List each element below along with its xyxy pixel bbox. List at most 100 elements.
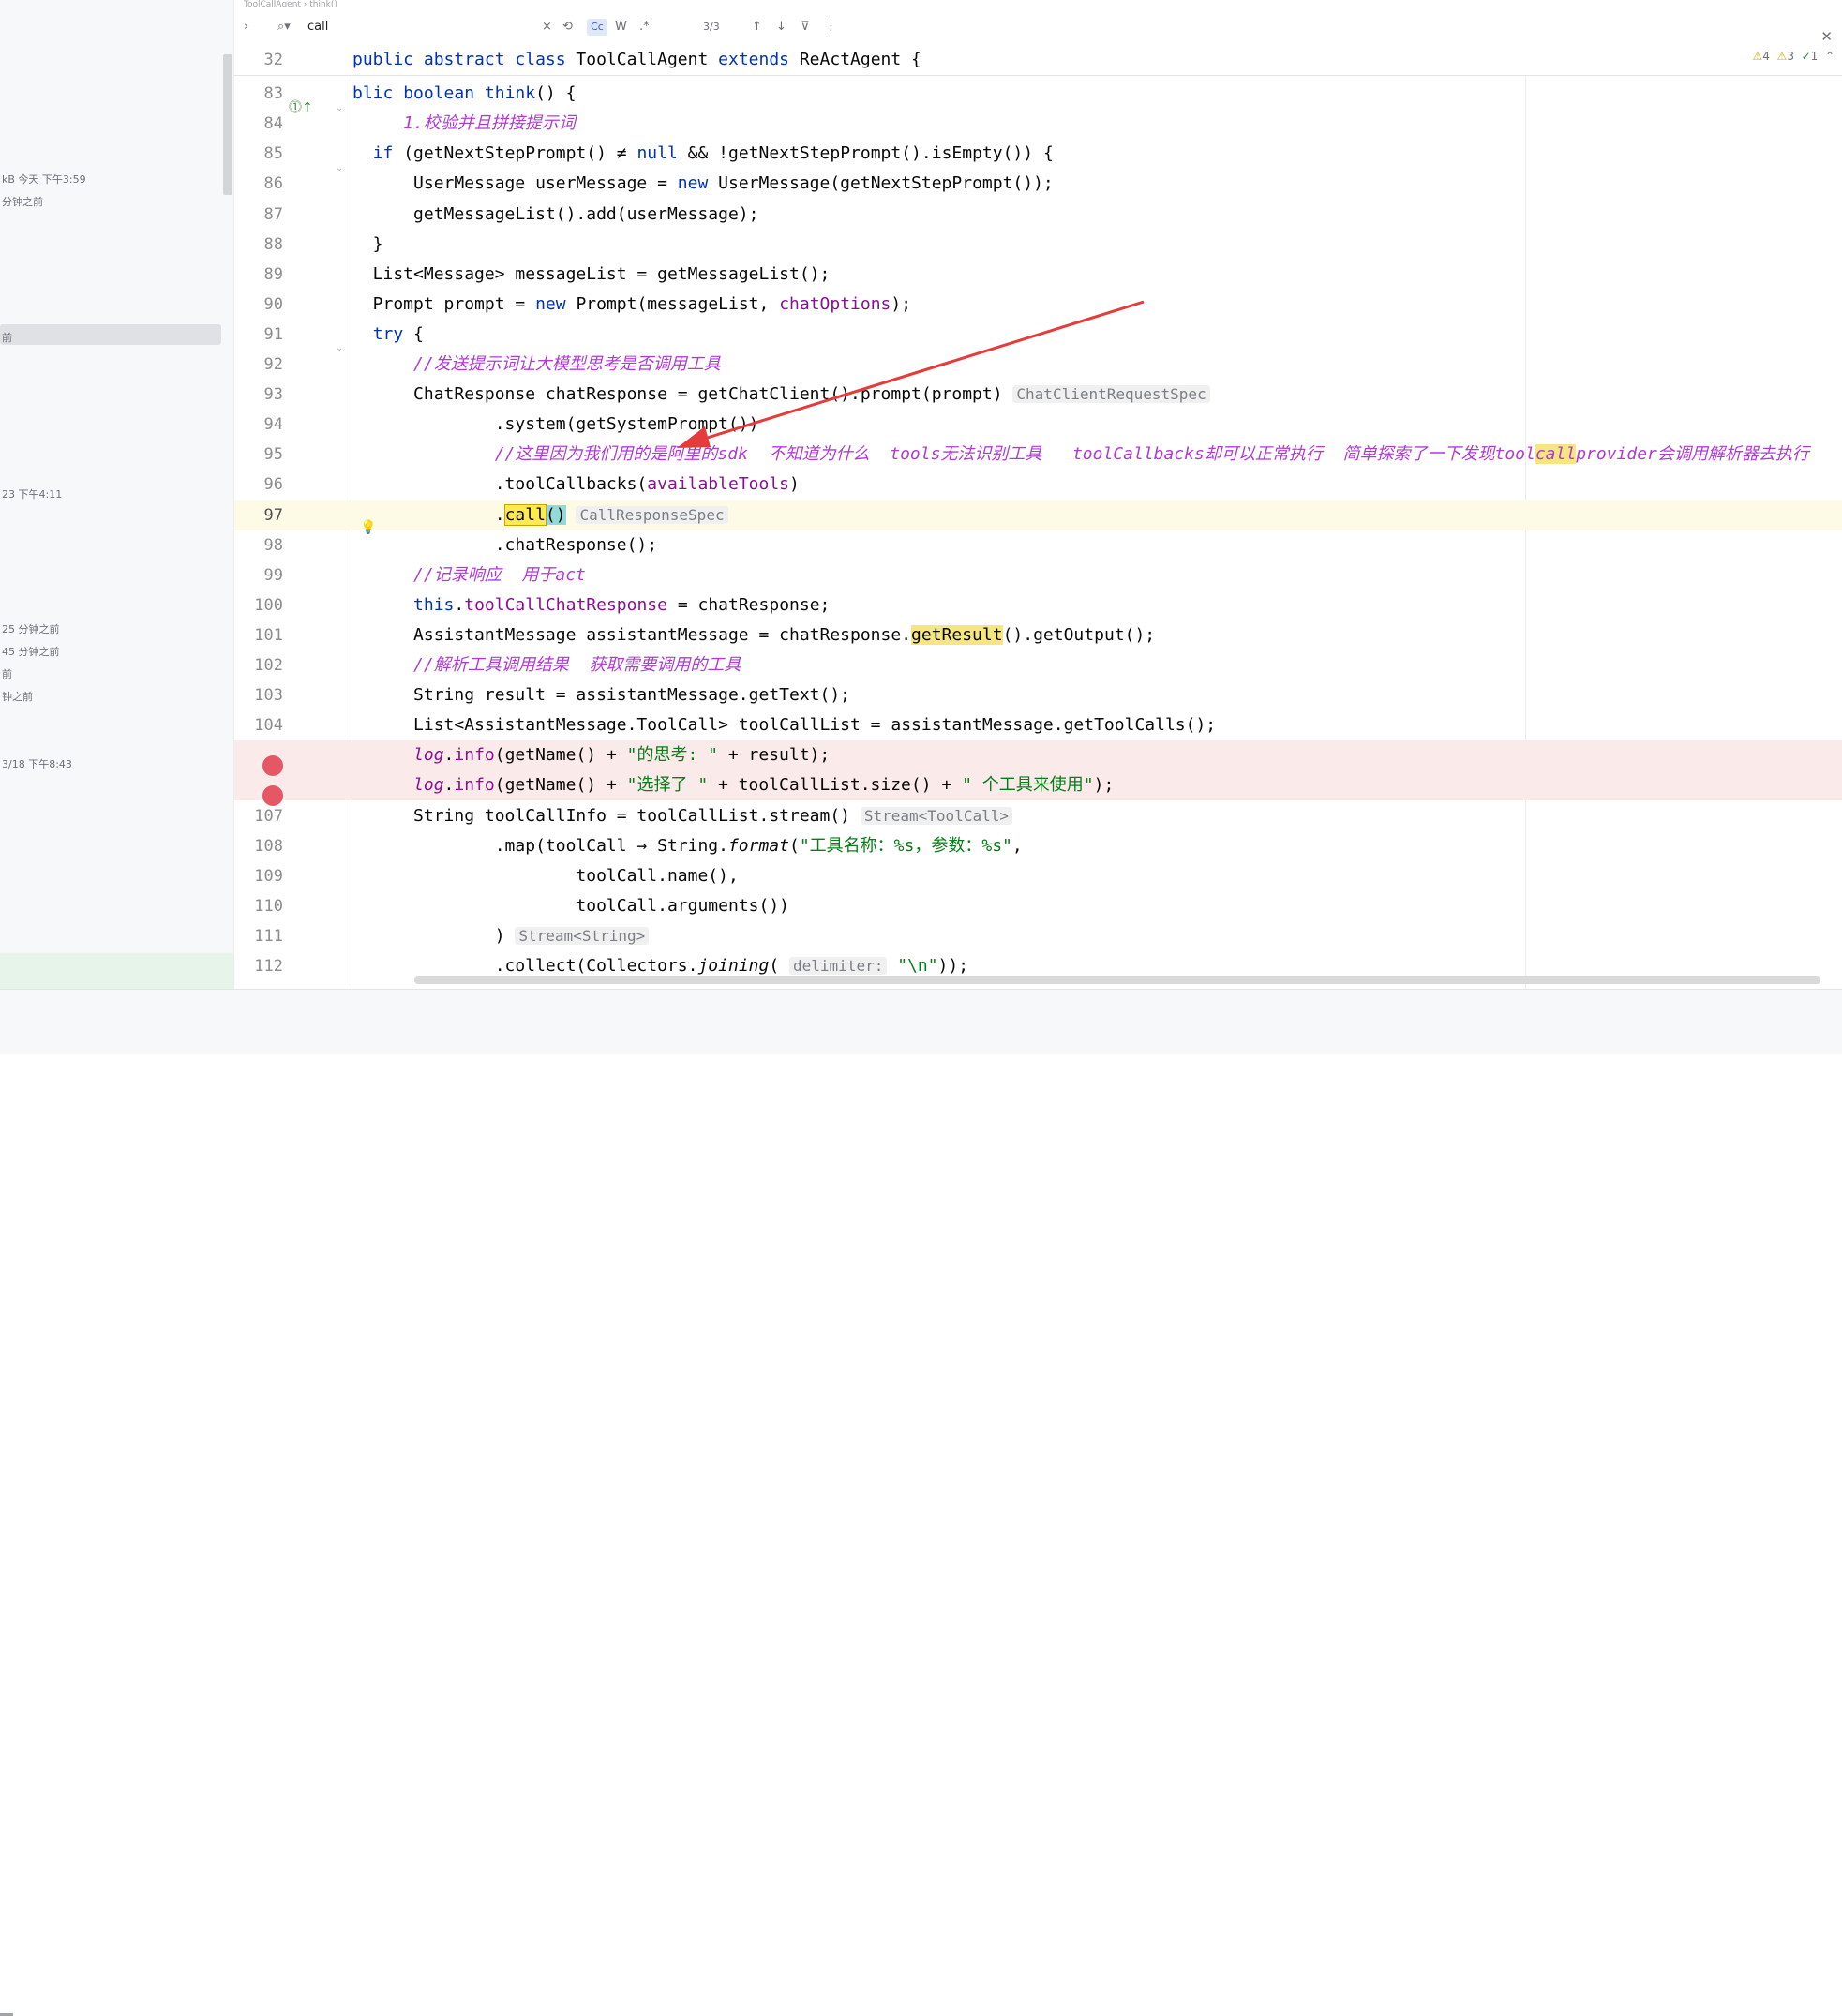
inspection-widget[interactable]: ⚠4 ⚠3 ✓1 ⌃ — [1753, 50, 1835, 63]
line-number[interactable]: 102 — [234, 650, 283, 680]
history-icon[interactable]: ⟲ — [562, 9, 573, 45]
line-number[interactable]: 99 — [234, 560, 283, 590]
line-number[interactable]: 103 — [234, 680, 283, 710]
code-token: "选择了 " — [626, 775, 709, 796]
code-line[interactable]: 98 .chatResponse(); — [234, 530, 1842, 560]
code-line[interactable]: 86 UserMessage userMessage = new UserMes… — [234, 169, 1842, 199]
line-number[interactable]: 85 — [234, 139, 283, 169]
sidebar-added-row[interactable] — [0, 953, 234, 989]
regex-toggle[interactable]: .* — [639, 9, 650, 45]
history-entry-label: 钟之前 — [2, 691, 33, 703]
fold-icon[interactable]: ⌄ — [336, 103, 343, 113]
code-line[interactable]: 109 toolCall.name(), — [234, 861, 1842, 891]
search-icon[interactable]: ⌕▾ — [277, 9, 291, 45]
code-line[interactable]: log.info(getName() + "的思考: " + result); — [234, 740, 1842, 771]
code-line[interactable]: 85 if (getNextStepPrompt() ≠ null && !ge… — [234, 139, 1842, 169]
sidebar-scrollbar[interactable] — [223, 54, 232, 195]
line-number[interactable]: 112 — [234, 951, 283, 981]
fold-icon[interactable]: ⌄ — [336, 163, 343, 173]
code-line[interactable]: 102 //解析工具调用结果 获取需要调用的工具 — [234, 650, 1842, 680]
match-case-toggle[interactable]: Cc — [587, 19, 607, 36]
sidebar-selected-row[interactable] — [0, 324, 221, 345]
history-entry-label: 前 — [2, 332, 12, 344]
code-line[interactable]: 83 blic boolean think() { — [234, 79, 1842, 109]
history-entry-label: 前 — [2, 668, 12, 680]
code-text: //记录响应 用于act — [352, 560, 586, 590]
code-text: .toolCallbacks(availableTools) — [352, 470, 800, 500]
line-number[interactable]: 89 — [234, 260, 283, 290]
line-number[interactable]: 94 — [234, 410, 283, 440]
code-editor[interactable]: 82verride83blic boolean think() {84 1.校验… — [234, 45, 1842, 989]
code-token: . — [443, 745, 455, 766]
line-number[interactable]: 92 — [234, 350, 283, 380]
whole-words-toggle[interactable]: W — [615, 9, 627, 45]
line-number[interactable]: 86 — [234, 169, 283, 199]
lightbulb-icon[interactable]: 💡 — [360, 520, 376, 535]
line-number[interactable]: 110 — [234, 891, 283, 921]
filter-icon[interactable]: ⊽ — [801, 9, 810, 45]
horizontal-scrollbar[interactable] — [414, 976, 1820, 984]
next-occurrence-icon[interactable]: ↓ — [776, 9, 786, 45]
code-line[interactable]: 104 List<AssistantMessage.ToolCall> tool… — [234, 710, 1842, 740]
code-line[interactable]: 93 ChatResponse chatResponse = getChatCl… — [234, 380, 1842, 410]
code-line[interactable]: 103 String result = assistantMessage.get… — [234, 680, 1842, 710]
clear-search-icon[interactable]: × — [542, 9, 552, 45]
line-number[interactable]: 84 — [234, 109, 283, 139]
code-line[interactable]: 97 .call() CallResponseSpec — [234, 500, 1842, 530]
code-line[interactable]: 110 toolCall.arguments()) — [234, 891, 1842, 921]
code-line[interactable]: 89 List<Message> messageList = getMessag… — [234, 260, 1842, 290]
code-line[interactable]: 111 ) Stream<String> — [234, 921, 1842, 951]
chevron-up-icon[interactable]: ⌃ — [1825, 50, 1835, 63]
breakpoint-icon[interactable] — [262, 755, 283, 776]
history-entry-label: 23 下午4:11 — [2, 488, 63, 500]
code-line[interactable]: 88 } — [234, 230, 1842, 260]
line-number[interactable]: 109 — [234, 861, 283, 891]
code-token: .map(toolCall → String. — [352, 835, 728, 856]
fold-icon[interactable]: ⌄ — [336, 343, 343, 353]
line-number[interactable]: 98 — [234, 530, 283, 560]
line-number[interactable]: 101 — [234, 620, 283, 650]
code-text: public abstract class ToolCallAgent exte… — [352, 45, 921, 75]
line-number[interactable]: 87 — [234, 200, 283, 230]
code-token: extends — [718, 50, 800, 69]
code-line[interactable]: 108 .map(toolCall → String.format("工具名称：… — [234, 831, 1842, 861]
override-method-icon[interactable]: ⓵↑ — [289, 97, 313, 116]
find-input[interactable]: call — [307, 9, 328, 45]
code-line[interactable]: 95 //这里因为我们用的是阿里的sdk 不知道为什么 tools无法识别工具 … — [234, 440, 1842, 470]
code-token: think — [484, 83, 536, 104]
code-line[interactable]: 84 1.校验并且拼接提示词 — [234, 109, 1842, 139]
breakpoint-icon[interactable] — [262, 785, 283, 806]
line-number[interactable]: 91 — [234, 320, 283, 350]
line-number[interactable]: 83 — [234, 79, 283, 109]
line-number[interactable]: 104 — [234, 710, 283, 740]
code-token: getResult — [911, 624, 1003, 645]
code-line[interactable]: 99 //记录响应 用于act — [234, 560, 1842, 590]
code-line[interactable]: 87 getMessageList().add(userMessage); — [234, 200, 1842, 230]
expand-replace-icon[interactable]: › — [244, 9, 248, 45]
code-line[interactable]: 107 String toolCallInfo = toolCallList.s… — [234, 801, 1842, 831]
line-number[interactable]: 93 — [234, 380, 283, 410]
sticky-class-header[interactable]: 32 public abstract class ToolCallAgent e… — [234, 45, 1842, 76]
previous-occurrence-icon[interactable]: ↑ — [752, 9, 762, 45]
weak-warning-icon: ⚠ — [1776, 50, 1788, 63]
line-number[interactable]: 97 — [234, 500, 283, 530]
code-line[interactable]: 96 .toolCallbacks(availableTools) — [234, 470, 1842, 500]
code-line[interactable]: 100 this.toolCallChatResponse = chatResp… — [234, 590, 1842, 620]
line-number[interactable]: 108 — [234, 831, 283, 861]
code-line[interactable]: 94 .system(getSystemPrompt()) — [234, 410, 1842, 440]
line-number[interactable]: 90 — [234, 290, 283, 320]
code-line[interactable]: 91 try { — [234, 320, 1842, 350]
code-line[interactable]: log.info(getName() + "选择了 " + toolCallLi… — [234, 770, 1842, 801]
code-token: call — [503, 503, 547, 526]
line-number[interactable]: 111 — [234, 921, 283, 951]
line-number[interactable]: 100 — [234, 590, 283, 620]
line-number[interactable]: 96 — [234, 470, 283, 500]
code-line[interactable]: 101 AssistantMessage assistantMessage = … — [234, 620, 1842, 650]
code-line[interactable]: 92 //发送提示词让大模型思考是否调用工具 — [234, 350, 1842, 380]
code-token: ReActAgent { — [799, 50, 921, 69]
file-history-sidebar: kB 今天 下午3:59 分钟之前前 23 下午4:11 25 分钟之前 45 分钟之前… — [0, 0, 234, 989]
line-number[interactable]: 95 — [234, 440, 283, 470]
more-options-icon[interactable]: ⋮ — [825, 9, 837, 45]
code-line[interactable]: 90 Prompt prompt = new Prompt(messageLis… — [234, 290, 1842, 320]
line-number[interactable]: 88 — [234, 230, 283, 260]
